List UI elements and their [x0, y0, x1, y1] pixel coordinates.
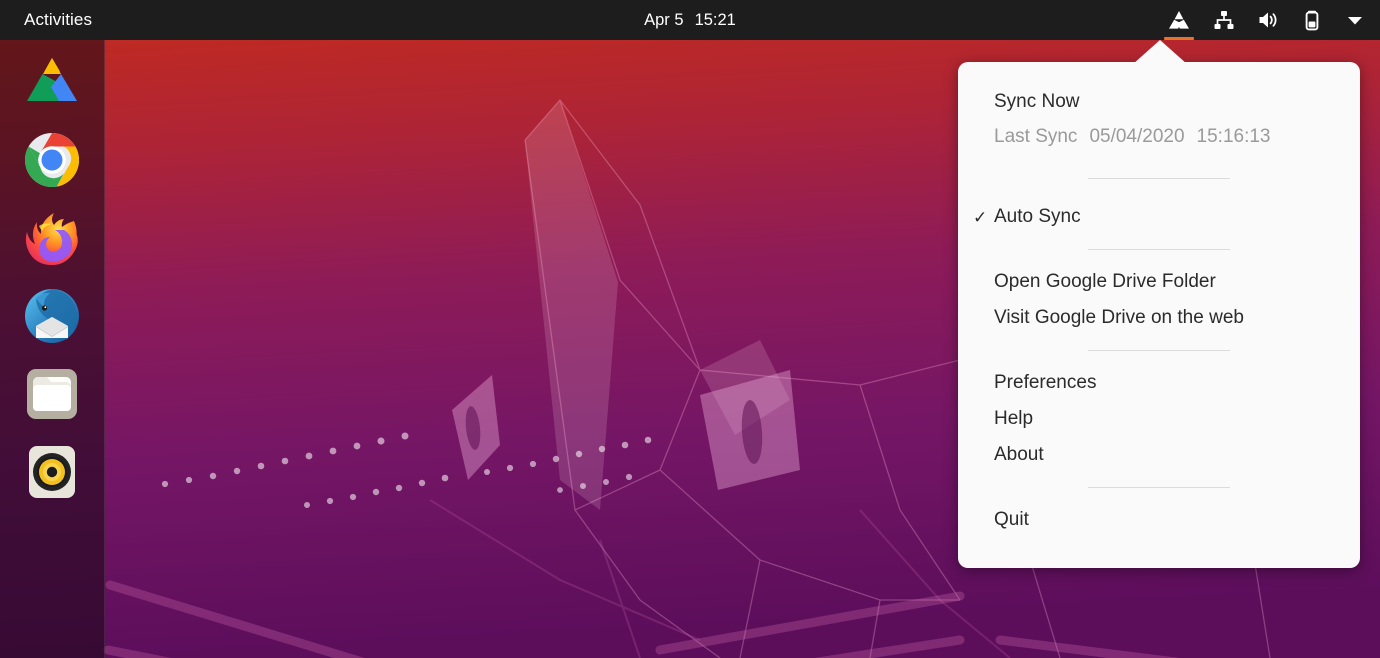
menu-pointer-arrow	[1133, 40, 1187, 64]
gnome-top-bar: Activities Apr 5 15:21	[0, 0, 1380, 40]
menu-item-quit[interactable]: Quit	[958, 502, 1360, 538]
activities-button[interactable]: Activities	[14, 0, 102, 40]
google-drive-tray-icon	[1169, 11, 1189, 29]
dock-item-google-drive[interactable]	[20, 50, 84, 114]
menu-item-help[interactable]: Help	[958, 401, 1360, 437]
menu-item-open-folder-label: Open Google Drive Folder	[994, 271, 1216, 292]
last-sync-label: Last Sync	[994, 126, 1078, 147]
menu-item-sync-now[interactable]: Sync Now	[958, 84, 1360, 120]
clock-date: Apr 5	[644, 10, 684, 29]
menu-item-about-label: About	[994, 444, 1044, 465]
menu-item-open-folder[interactable]: Open Google Drive Folder	[958, 264, 1360, 300]
menu-item-about[interactable]: About	[958, 437, 1360, 473]
firefox-icon	[25, 213, 78, 265]
menu-last-sync-row: Last Sync 05/04/2020 15:16:13	[958, 120, 1360, 154]
google-drive-icon	[27, 58, 77, 101]
battery-icon	[1305, 10, 1319, 31]
thunderbird-icon	[25, 289, 79, 343]
menu-item-visit-web-label: Visit Google Drive on the web	[994, 307, 1244, 328]
favorites-dock[interactable]	[0, 40, 105, 658]
tray-volume-button[interactable]	[1246, 0, 1290, 40]
dock-item-thunderbird[interactable]	[20, 284, 84, 348]
check-icon: ✓	[973, 207, 988, 227]
menu-separator-1	[1088, 178, 1230, 179]
menu-item-preferences[interactable]: Preferences	[958, 365, 1360, 401]
menu-item-auto-sync-label: Auto Sync	[994, 206, 1081, 227]
tray-network-button[interactable]	[1202, 0, 1246, 40]
menu-item-auto-sync[interactable]: ✓ Auto Sync	[958, 199, 1360, 235]
system-tray	[1156, 0, 1376, 40]
google-chrome-icon	[24, 133, 80, 188]
last-sync-date: 05/04/2020	[1089, 126, 1185, 147]
menu-separator-4	[1088, 487, 1230, 488]
menu-item-sync-now-label: Sync Now	[994, 91, 1080, 112]
dock-item-google-chrome[interactable]	[20, 128, 84, 192]
menu-item-visit-web[interactable]: Visit Google Drive on the web	[958, 300, 1360, 336]
rhythmbox-icon	[29, 446, 75, 498]
desktop-screen: Activities Apr 5 15:21 Sync Now Last Syn…	[0, 0, 1380, 658]
activities-label: Activities	[24, 10, 93, 29]
clock-time: 15:21	[694, 10, 736, 29]
dock-item-firefox[interactable]	[20, 206, 84, 270]
menu-item-quit-label: Quit	[994, 509, 1029, 530]
chevron-down-icon	[1348, 17, 1362, 25]
files-folder-icon	[27, 369, 77, 419]
tray-google-drive-button[interactable]	[1156, 0, 1202, 40]
network-wired-icon	[1214, 11, 1234, 29]
volume-icon	[1259, 12, 1277, 28]
menu-separator-3	[1088, 350, 1230, 351]
dock-item-files[interactable]	[20, 362, 84, 426]
menu-item-help-label: Help	[994, 408, 1034, 429]
dock-item-rhythmbox[interactable]	[20, 440, 84, 504]
menu-separator-2	[1088, 249, 1230, 250]
tray-system-menu-button[interactable]	[1334, 0, 1376, 40]
google-drive-tray-menu: Sync Now Last Sync 05/04/2020 15:16:13 ✓…	[958, 62, 1360, 568]
last-sync-time: 15:16:13	[1196, 126, 1271, 147]
menu-item-preferences-label: Preferences	[994, 372, 1097, 393]
tray-battery-button[interactable]	[1290, 0, 1334, 40]
